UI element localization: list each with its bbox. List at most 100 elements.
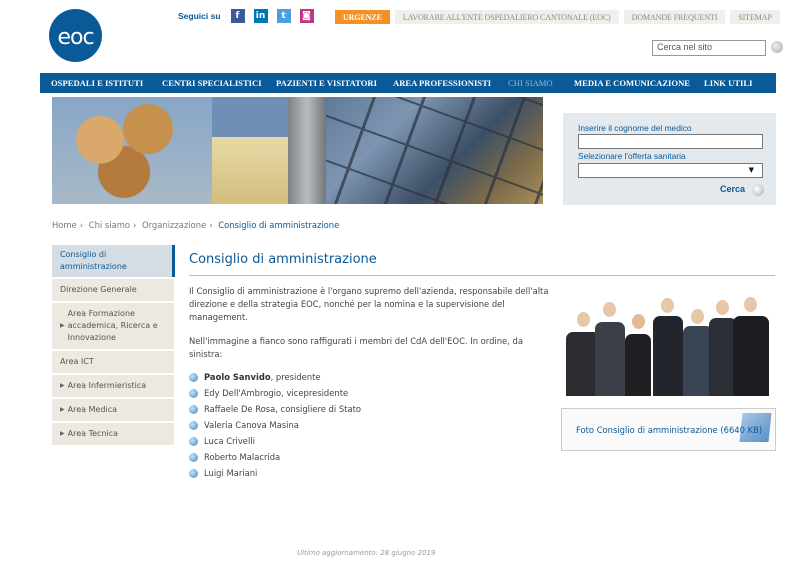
members-list: Paolo Sanvido, presidente Edy Dell'Ambro… <box>189 369 361 481</box>
surname-input[interactable] <box>578 134 763 149</box>
members-intro: Nell'immagine a fianco sono raffigurati … <box>189 336 523 359</box>
twitter-icon[interactable]: t <box>276 9 291 23</box>
top-link-sitemap[interactable]: SITEMAP <box>730 10 780 24</box>
page: eoc Seguici su f in t ◙ URGENZE LAVORARE… <box>0 0 785 561</box>
side-item-ict[interactable]: Area ICT <box>52 351 174 375</box>
member-name: Valeria Canova Masina <box>204 420 299 430</box>
side-item-label: Area Tecnica <box>67 429 119 438</box>
site-search-input[interactable]: Cerca nel sito <box>652 40 766 56</box>
list-item: Luca Crivelli <box>189 433 361 449</box>
doctor-search-button[interactable]: Cerca <box>720 184 745 194</box>
doctor-search-icon[interactable] <box>752 184 764 196</box>
side-menu: Consiglio di amministrazione Direzione G… <box>52 245 175 447</box>
member-name: Edy Dell'Ambrogio, vicepresidente <box>204 388 349 398</box>
top-link-lavorare[interactable]: LAVORARE ALL'ENTE OSPEDALIERO CANTONALE … <box>394 10 619 24</box>
side-item-medica[interactable]: ▶ Area Medica <box>52 399 174 423</box>
hero-image <box>52 97 543 204</box>
chevron-right-icon: ▶ <box>60 322 65 329</box>
bullet-icon <box>189 372 198 382</box>
side-item-label: Area Infermieristica <box>67 381 147 390</box>
title-divider <box>189 275 775 276</box>
photo-head <box>744 297 757 312</box>
nav-professionisti[interactable]: AREA PROFESSIONISTI <box>393 78 491 88</box>
photo-head <box>577 312 590 327</box>
photo-person <box>625 334 651 396</box>
photo-head <box>691 309 704 324</box>
chevron-right-icon: ▶ <box>60 406 65 413</box>
crumb-organizzazione[interactable]: Organizzazione <box>142 220 206 230</box>
side-item-formazione[interactable]: ▶ Area Formazione accademica, Ricerca e I… <box>52 303 174 351</box>
hero-trees <box>52 97 212 204</box>
side-item-label: Area Formazione accademica, Ricerca e In… <box>67 309 158 342</box>
member-role: , presidente <box>270 372 321 382</box>
side-item-label: Area ICT <box>60 357 94 366</box>
member-name: Luigi Mariani <box>204 468 258 478</box>
list-item: Valeria Canova Masina <box>189 417 361 433</box>
social-bar: Seguici su f in t ◙ <box>178 9 317 23</box>
nav-chi-siamo[interactable]: CHI SIAMO <box>508 78 553 88</box>
search-button-icon[interactable] <box>771 41 783 53</box>
bullet-icon <box>189 388 198 398</box>
nav-link-utili[interactable]: LINK UTILI <box>704 78 752 88</box>
list-item: Paolo Sanvido, presidente <box>189 369 361 385</box>
list-item: Luigi Mariani <box>189 465 361 481</box>
main-nav: OSPEDALI E ISTITUTI CENTRI SPECIALISTICI… <box>40 73 776 93</box>
eoc-logo[interactable]: eoc <box>49 9 102 62</box>
member-name: Raffaele De Rosa, consigliere di Stato <box>204 404 361 414</box>
photo-download-box[interactable]: Foto Consiglio di amministrazione (6640 … <box>561 408 776 451</box>
linkedin-icon[interactable]: in <box>253 9 268 23</box>
follow-label: Seguici su <box>178 11 221 21</box>
bullet-icon <box>189 420 198 430</box>
surname-label: Inserire il cognome del medico <box>578 123 692 133</box>
nav-ospedali[interactable]: OSPEDALI E ISTITUTI <box>51 78 143 88</box>
offer-label: Selezionare l'offerta sanitaria <box>578 151 686 161</box>
crumb-home[interactable]: Home <box>52 220 77 230</box>
member-name: Roberto Malacrida <box>204 452 281 462</box>
facebook-icon[interactable]: f <box>230 9 245 23</box>
intro-paragraph: Il Consiglio di amministrazione è l'orga… <box>189 286 549 322</box>
breadcrumb: Home › Chi siamo › Organizzazione › Consigl… <box>52 220 340 230</box>
list-item: Roberto Malacrida <box>189 449 361 465</box>
left-margin <box>0 0 40 561</box>
side-item-label: Direzione Generale <box>60 285 137 294</box>
offer-select[interactable] <box>578 163 763 178</box>
top-link-urgenze[interactable]: URGENZE <box>335 10 390 24</box>
bullet-icon <box>189 468 198 478</box>
hero-glass-facade <box>326 97 543 204</box>
side-item-consiglio[interactable]: Consiglio di amministrazione <box>52 245 175 279</box>
photo-person <box>733 316 769 396</box>
side-item-infermieristica[interactable]: ▶ Area Infermieristica <box>52 375 174 399</box>
photo-head <box>661 298 674 313</box>
chevron-right-icon: ▶ <box>60 430 65 437</box>
side-item-label: Area Medica <box>67 405 118 414</box>
board-photo[interactable] <box>561 288 776 396</box>
top-link-faq[interactable]: DOMANDE FREQUENTI <box>623 10 726 24</box>
crumb-chi-siamo[interactable]: Chi siamo <box>89 220 130 230</box>
chevron-right-icon: ▶ <box>60 382 65 389</box>
hero-pillar <box>288 97 326 204</box>
side-item-label: Consiglio di amministrazione <box>60 250 127 271</box>
member-name: Paolo Sanvido <box>204 372 271 382</box>
side-item-direzione[interactable]: Direzione Generale <box>52 279 174 303</box>
photo-head <box>632 314 645 329</box>
page-title: Consiglio di amministrazione <box>189 252 377 267</box>
nav-pazienti[interactable]: PAZIENTI E VISITATORI <box>276 78 377 88</box>
member-name: Luca Crivelli <box>204 436 255 446</box>
bullet-icon <box>189 436 198 446</box>
bullet-icon <box>189 404 198 414</box>
hero-building <box>212 137 292 204</box>
photo-person <box>595 322 625 396</box>
photo-download-link[interactable]: Foto Consiglio di amministrazione (6640 … <box>576 425 762 435</box>
bullet-icon <box>189 452 198 462</box>
side-item-tecnica[interactable]: ▶ Area Tecnica <box>52 423 174 447</box>
instagram-icon[interactable]: ◙ <box>299 9 314 23</box>
crumb-current: Consiglio di amministrazione <box>218 220 340 230</box>
last-updated: Ultimo aggiornamento: 28 giugno 2019 <box>297 549 436 557</box>
top-links: URGENZE LAVORARE ALL'ENTE OSPEDALIERO CA… <box>330 10 780 24</box>
nav-media[interactable]: MEDIA E COMUNICAZIONE <box>574 78 690 88</box>
photo-head <box>603 302 616 317</box>
nav-centri[interactable]: CENTRI SPECIALISTICI <box>162 78 262 88</box>
list-item: Raffaele De Rosa, consigliere di Stato <box>189 401 361 417</box>
photo-head <box>716 300 729 315</box>
photo-person <box>653 316 683 396</box>
